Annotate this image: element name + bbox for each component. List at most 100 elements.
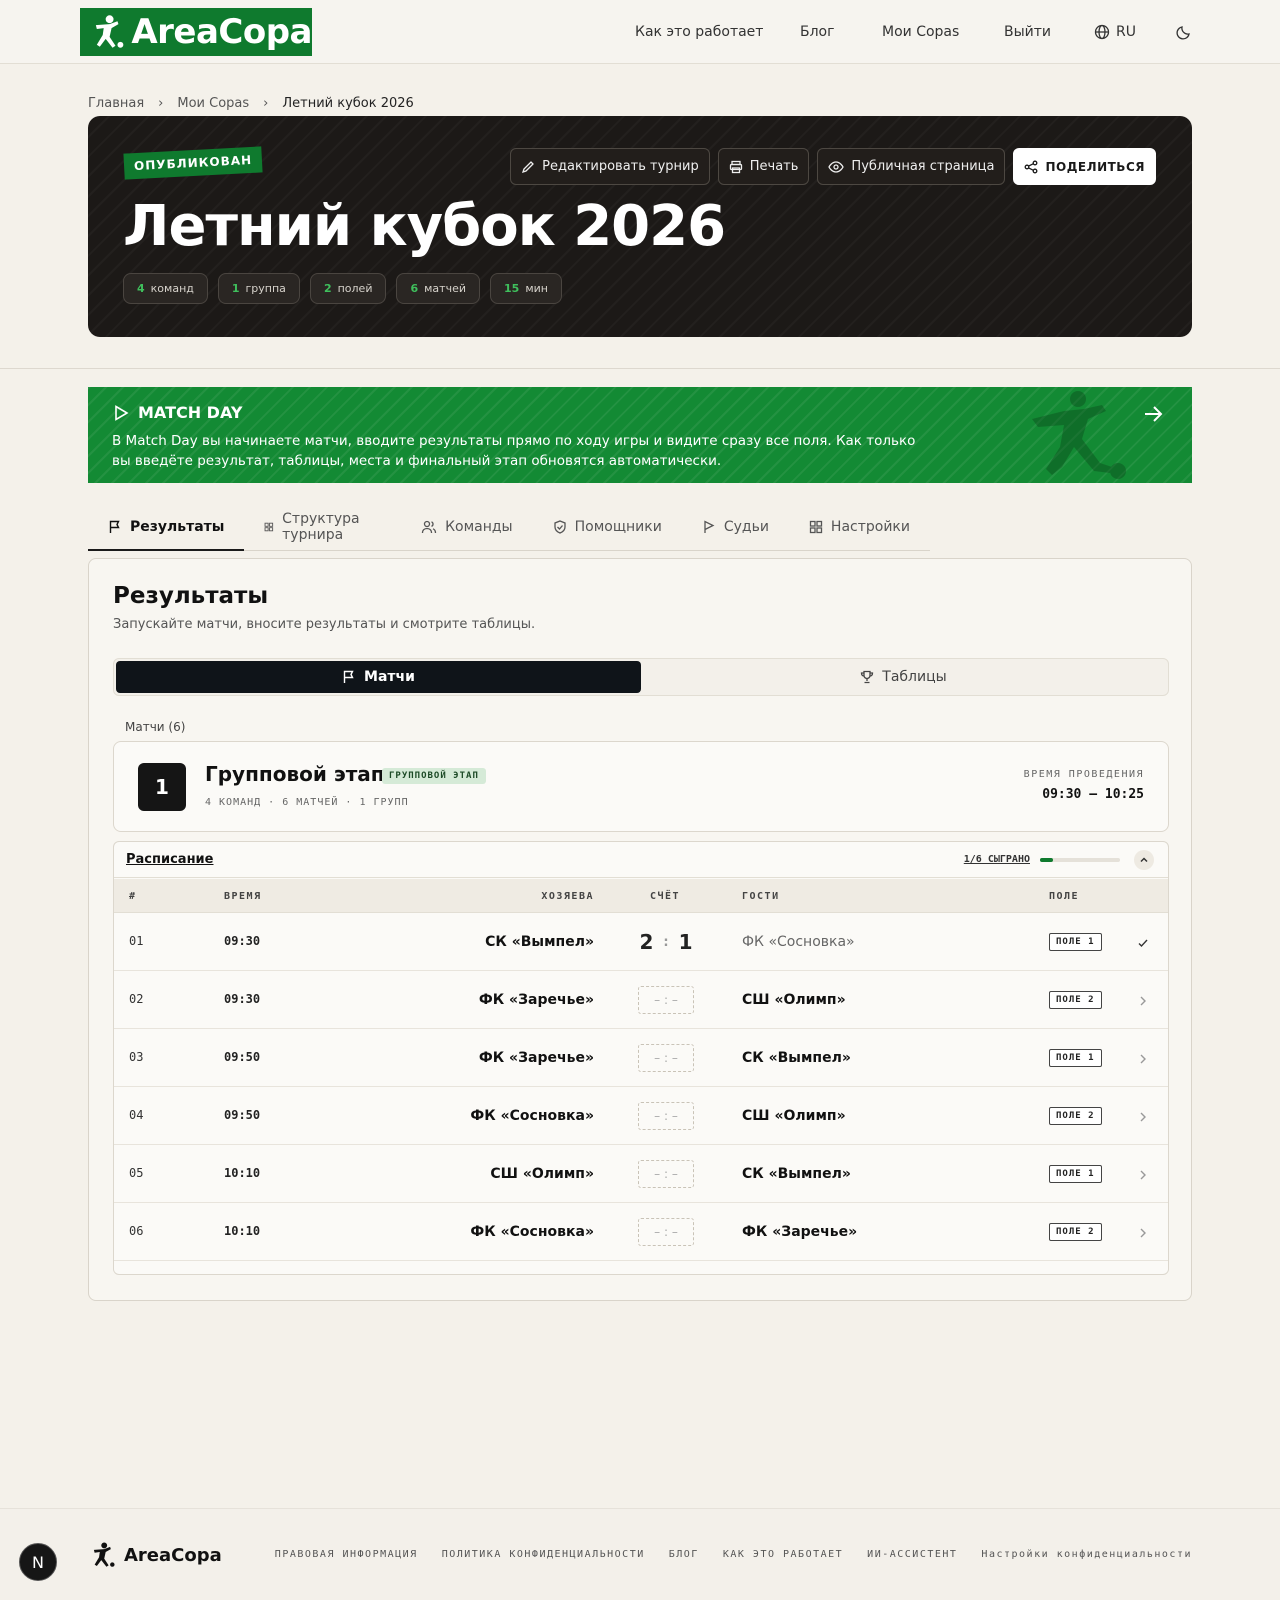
chevron-right-icon[interactable] (1136, 1168, 1150, 1182)
trophy-icon (861, 670, 874, 684)
chevron-right-icon[interactable] (1136, 1226, 1150, 1240)
top-navigation-bar: AreaCopa Как это работает Блог Мои Copas… (0, 0, 1280, 64)
breadcrumb: Главная › Мои Copas › Летний кубок 2026 (88, 96, 414, 111)
col-away: ГОСТИ (742, 891, 780, 902)
table-row[interactable]: 04 09:50 ФК «Сосновка» – : – СШ «Олимп» … (114, 1088, 1168, 1145)
score-input-placeholder[interactable]: – : – (638, 1044, 694, 1072)
tab-referees[interactable]: Судьи (682, 504, 789, 550)
table-row[interactable]: 01 09:30 СК «Вымпел» 2:1 ФК «Сосновка» П… (114, 914, 1168, 971)
field-badge: ПОЛЕ 1 (1049, 933, 1102, 951)
tab-settings[interactable]: Настройки (789, 504, 930, 550)
section-divider (0, 368, 1280, 369)
table-row[interactable]: 02 09:30 ФК «Заречье» – : – СШ «Олимп» П… (114, 972, 1168, 1029)
table-row[interactable]: 05 10:10 СШ «Олимп» – : – СК «Вымпел» ПО… (114, 1146, 1168, 1203)
public-page-button[interactable]: Публичная страница (817, 148, 1006, 185)
chevron-up-icon (1140, 857, 1148, 863)
breadcrumb-my-copas[interactable]: Мои Copas (177, 96, 249, 111)
tab-results[interactable]: Результаты (88, 504, 245, 551)
nav-logout[interactable]: Выйти (1004, 0, 1051, 64)
progress-text: 1/6 СЫГРАНО (963, 854, 1030, 865)
footer-link-blog[interactable]: БЛОГ (669, 1549, 699, 1560)
match-number: 03 (129, 1050, 144, 1064)
field-badge: ПОЛЕ 1 (1049, 1049, 1102, 1067)
schedule-header: Расписание 1/6 СЫГРАНО (114, 842, 1168, 878)
stat-chip-teams: 4 команд (123, 273, 208, 304)
stage-card[interactable]: 1 Групповой этап ГРУППОВОЙ ЭТАП 4 КОМАНД… (113, 741, 1169, 832)
theme-toggle[interactable] (1176, 0, 1192, 64)
hero-actions: Редактировать турнир Печать Публичная ст… (510, 148, 1156, 185)
field-badge: ПОЛЕ 2 (1049, 1223, 1102, 1241)
nav-my-copas[interactable]: Мои Copas (882, 0, 959, 64)
table-row[interactable]: 03 09:50 ФК «Заречье» – : – СК «Вымпел» … (114, 1030, 1168, 1087)
tournament-hero: ОПУБЛИКОВАН Летний кубок 2026 4 команд 1г… (88, 116, 1192, 337)
away-team: ФК «Сосновка» (742, 934, 855, 950)
check-icon (1136, 936, 1150, 950)
score-input-placeholder[interactable]: – : – (638, 1218, 694, 1246)
schedule-link[interactable]: Расписание (126, 852, 213, 867)
brand-logo[interactable]: AreaCopa (80, 8, 312, 56)
tab-teams[interactable]: Команды (401, 504, 533, 550)
match-number: 02 (129, 992, 144, 1006)
tab-structure[interactable]: Структура турнира (244, 504, 401, 550)
footer-link-privacy[interactable]: ПОЛИТИКА КОНФИДЕНЦИАЛЬНОСТИ (442, 1549, 645, 1560)
collapse-button[interactable] (1134, 850, 1154, 870)
breadcrumb-home[interactable]: Главная (88, 96, 144, 111)
chevron-right-icon[interactable] (1136, 1110, 1150, 1124)
match-time: 10:10 (224, 1166, 261, 1180)
table-row[interactable]: 06 10:10 ФК «Сосновка» – : – ФК «Заречье… (114, 1204, 1168, 1261)
footer-link-legal[interactable]: ПРАВОВАЯ ИНФОРМАЦИЯ (275, 1549, 418, 1560)
language-switcher[interactable]: RU (1094, 0, 1136, 64)
flag-icon (109, 520, 120, 533)
stage-number: 1 (138, 763, 186, 811)
away-team: СШ «Олимп» (742, 992, 846, 1008)
home-team: ФК «Сосновка» (470, 1108, 594, 1124)
footballer-illustration-icon (1032, 391, 1126, 479)
results-title: Результаты (113, 583, 269, 609)
score-input-placeholder[interactable]: – : – (638, 1160, 694, 1188)
language-label: RU (1116, 24, 1136, 40)
chevron-right-icon[interactable] (1136, 994, 1150, 1008)
progress-indicator: 1/6 СЫГРАНО (964, 854, 1120, 865)
progress-bar (1040, 857, 1120, 862)
segment-tables[interactable]: Таблицы (641, 661, 1166, 693)
footer-link-how-it-works[interactable]: КАК ЭТО РАБОТАЕТ (723, 1549, 843, 1560)
tab-helpers[interactable]: Помощники (533, 504, 682, 550)
tournament-stats: 4 команд 1 группа 2 полей 6 матчей 15 мин (123, 273, 562, 304)
breadcrumb-current: Летний кубок 2026 (282, 96, 414, 111)
dev-tools-badge[interactable]: N (19, 1543, 57, 1581)
match-score: 2:1 (639, 930, 693, 954)
col-field: ПОЛЕ (1049, 891, 1080, 902)
stat-chip-groups: 1 группа (217, 273, 300, 304)
edit-tournament-button[interactable]: Редактировать турнир (510, 148, 710, 185)
table-header: # ВРЕМЯ ХОЗЯЕВА СЧЁТ ГОСТИ ПОЛЕ (114, 879, 1168, 913)
footer: AreaCopa ПРАВОВАЯ ИНФОРМАЦИЯ ПОЛИТИКА КО… (0, 1508, 1280, 1600)
footer-link-privacy-settings[interactable]: Настройки конфиденциальности (981, 1549, 1192, 1560)
match-day-banner[interactable]: MATCH DAY В Match Day вы начинаете матчи… (88, 387, 1192, 483)
printer-icon (729, 160, 742, 173)
chevron-right-icon: › (158, 96, 164, 111)
match-time: 09:30 (224, 992, 261, 1006)
shield-check-icon (553, 520, 566, 534)
stage-type-badge: ГРУППОВОЙ ЭТАП (382, 768, 486, 784)
footer-logo[interactable]: AreaCopa (88, 1541, 222, 1569)
chevron-right-icon: › (263, 96, 269, 111)
stage-time-value: 09:30 – 10:25 (1042, 787, 1144, 802)
nav-blog[interactable]: Блог (800, 0, 834, 64)
match-time: 09:50 (224, 1050, 261, 1064)
tournament-tabs: Результаты Структура турнира Команды Пом… (88, 504, 930, 551)
nav-how-it-works[interactable]: Как это работает (635, 0, 763, 64)
score-input-placeholder[interactable]: – : – (638, 986, 694, 1014)
grid-icon (265, 522, 274, 532)
arrow-right-icon[interactable] (1142, 403, 1164, 425)
segment-matches[interactable]: Матчи (116, 661, 641, 693)
share-button[interactable]: ПОДЕЛИТЬСЯ (1013, 148, 1156, 185)
chevron-right-icon[interactable] (1136, 1052, 1150, 1066)
footer-link-ai-assistant[interactable]: ИИ-АССИСТЕНТ (867, 1549, 957, 1560)
share-icon (1025, 160, 1038, 173)
print-button[interactable]: Печать (717, 148, 810, 185)
score-input-placeholder[interactable]: – : – (638, 1102, 694, 1130)
col-home: ХОЗЯЕВА (541, 891, 594, 902)
progress-bar-fill (1040, 857, 1054, 862)
match-time: 09:30 (224, 934, 261, 948)
match-time: 09:50 (224, 1108, 261, 1122)
